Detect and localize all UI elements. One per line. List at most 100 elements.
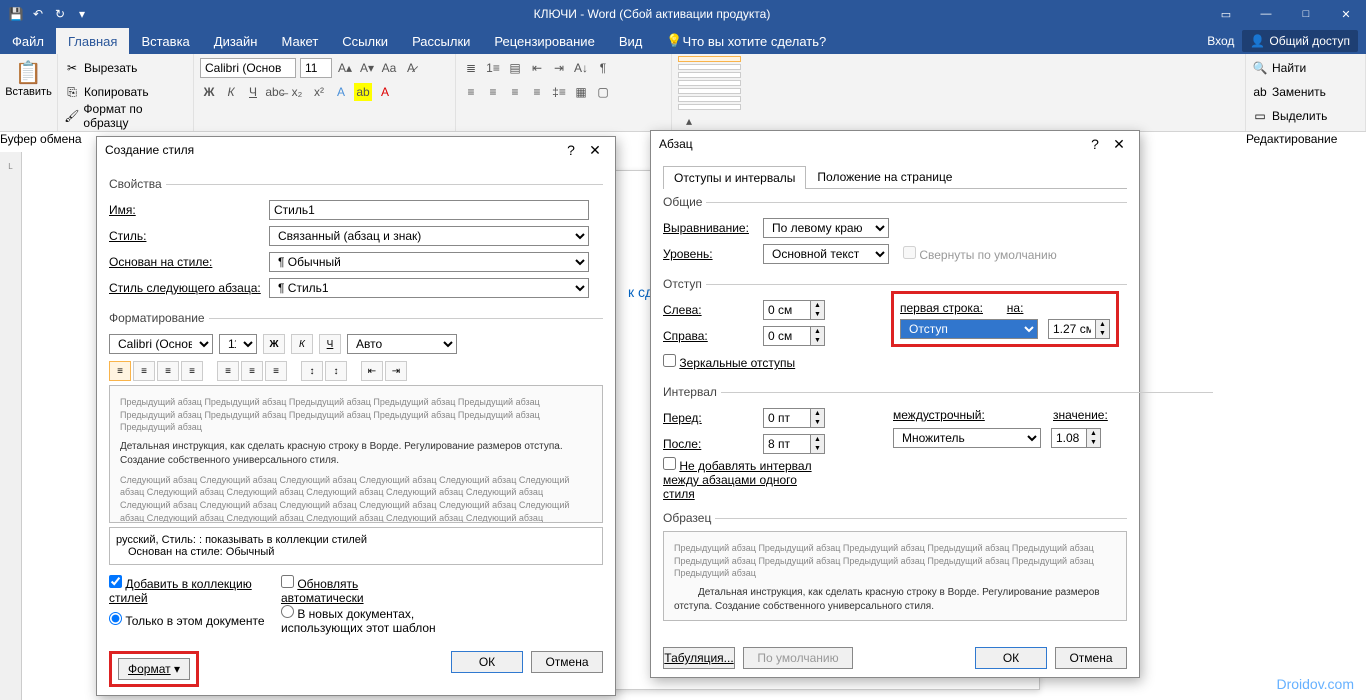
space-after-spin[interactable]: ▲▼	[763, 434, 825, 454]
share-button[interactable]: 👤 Общий доступ	[1242, 30, 1358, 52]
font-color-icon[interactable]: A	[376, 83, 394, 101]
align-right-button[interactable]: ≡	[157, 361, 179, 381]
superscript-icon[interactable]: x²	[310, 83, 328, 101]
style-heading1[interactable]: АаБбВіЗаголово...	[678, 72, 741, 78]
line-spacing-select[interactable]: Множитель	[893, 428, 1041, 448]
double-space-button[interactable]: ≡	[265, 361, 287, 381]
close-icon[interactable]: ✕	[1326, 0, 1366, 28]
italic-icon[interactable]: К	[222, 83, 240, 101]
tab-mailings[interactable]: Рассылки	[400, 28, 482, 54]
shrink-font-icon[interactable]: A▾	[358, 59, 376, 77]
styles-gallery[interactable]: АаБбВвГг,¶ Обычный АаБбВвГг,¶ Без инте..…	[672, 54, 1246, 131]
only-doc-radio[interactable]: Только в этом документе	[109, 612, 269, 628]
copy-button[interactable]: Копировать	[84, 85, 149, 99]
tab-review[interactable]: Рецензирование	[482, 28, 606, 54]
align-left-button[interactable]: ≡	[109, 361, 131, 381]
cancel-button[interactable]: Отмена	[1055, 647, 1127, 669]
close-icon[interactable]: ✕	[1107, 136, 1131, 153]
underline-button[interactable]: Ч	[319, 334, 341, 354]
qat-dropdown-icon[interactable]: ▾	[74, 6, 90, 22]
increase-before-button[interactable]: ↕	[301, 361, 323, 381]
ok-button[interactable]: ОК	[975, 647, 1047, 669]
style-name-input[interactable]	[269, 200, 589, 220]
minimize-icon[interactable]: —	[1246, 0, 1286, 28]
add-collection-checkbox[interactable]: Добавить в коллекцию стилей	[109, 575, 269, 605]
line-spacing-icon[interactable]: ‡≡	[550, 83, 568, 101]
increase-indent-icon[interactable]: ⇥	[550, 59, 568, 77]
select-icon[interactable]: ▭	[1252, 108, 1268, 124]
bold-button[interactable]: Ж	[263, 334, 285, 354]
sort-icon[interactable]: A↓	[572, 59, 590, 77]
cut-icon[interactable]: ✂	[64, 60, 80, 76]
signin-link[interactable]: Вход	[1207, 34, 1234, 48]
find-icon[interactable]: 🔍	[1252, 60, 1268, 76]
align-center-icon[interactable]: ≡	[484, 83, 502, 101]
style-heading2[interactable]: АаБбВвГЗаголово...	[678, 80, 741, 86]
clear-format-icon[interactable]: A̷	[402, 59, 420, 77]
change-case-icon[interactable]: Aa	[380, 59, 398, 77]
tab-insert[interactable]: Вставка	[129, 28, 201, 54]
alignment-select[interactable]: По левому краю	[763, 218, 889, 238]
maximize-icon[interactable]: □	[1286, 0, 1326, 28]
undo-icon[interactable]: ↶	[30, 6, 46, 22]
increase-indent-button[interactable]: ⇥	[385, 361, 407, 381]
single-space-button[interactable]: ≡	[217, 361, 239, 381]
decrease-before-button[interactable]: ↕	[325, 361, 347, 381]
firstline-by-spin[interactable]: ▲▼	[1048, 319, 1110, 339]
cut-button[interactable]: Вырезать	[84, 61, 137, 75]
cancel-button[interactable]: Отмена	[531, 651, 603, 673]
firstline-select[interactable]: Отступ	[900, 319, 1038, 339]
align-left-icon[interactable]: ≡	[462, 83, 480, 101]
tab-references[interactable]: Ссылки	[330, 28, 400, 54]
tab-file[interactable]: Файл	[0, 28, 56, 54]
show-marks-icon[interactable]: ¶	[594, 59, 612, 77]
copy-icon[interactable]: ⎘	[64, 84, 80, 100]
tab-indents[interactable]: Отступы и интервалы	[663, 166, 806, 189]
close-icon[interactable]: ✕	[583, 142, 607, 159]
indent-left-spin[interactable]: ▲▼	[763, 300, 825, 320]
no-space-checkbox[interactable]: Не добавлять интервал между абзацами одн…	[663, 457, 823, 501]
format-button[interactable]: Формат ▾	[118, 658, 190, 680]
ribbon-options-icon[interactable]: ▭	[1206, 0, 1246, 28]
format-painter-icon[interactable]: 🖌	[64, 108, 79, 124]
borders-icon[interactable]: ▢	[594, 83, 612, 101]
justify-icon[interactable]: ≡	[528, 83, 546, 101]
default-button[interactable]: По умолчанию	[743, 647, 853, 669]
font-select[interactable]: Calibri (Основной	[109, 334, 213, 354]
format-painter-button[interactable]: Формат по образцу	[83, 102, 187, 130]
font-size-box[interactable]: 11	[300, 58, 332, 78]
ok-button[interactable]: ОК	[451, 651, 523, 673]
onehalf-space-button[interactable]: ≡	[241, 361, 263, 381]
tab-view[interactable]: Вид	[607, 28, 655, 54]
decrease-indent-icon[interactable]: ⇤	[528, 59, 546, 77]
align-center-button[interactable]: ≡	[133, 361, 155, 381]
help-icon[interactable]: ?	[1083, 136, 1107, 152]
style-type-select[interactable]: Связанный (абзац и знак)	[269, 226, 589, 246]
style-normal[interactable]: АаБбВвГг,¶ Обычный	[678, 56, 741, 62]
tell-me[interactable]: 💡 Что вы хотите сделать?	[654, 28, 838, 54]
subscript-icon[interactable]: x₂	[288, 83, 306, 101]
bullets-icon[interactable]: ≣	[462, 59, 480, 77]
italic-button[interactable]: К	[291, 334, 313, 354]
help-icon[interactable]: ?	[559, 142, 583, 158]
replace-icon[interactable]: ab	[1252, 84, 1268, 100]
font-name-box[interactable]: Calibri (Основ	[200, 58, 296, 78]
tab-layout[interactable]: Макет	[269, 28, 330, 54]
shading-icon[interactable]: ▦	[572, 83, 590, 101]
tab-home[interactable]: Главная	[56, 28, 129, 54]
auto-update-checkbox[interactable]: Обновлять автоматически	[281, 575, 441, 605]
text-effects-icon[interactable]: A	[332, 83, 350, 101]
numbering-icon[interactable]: 1≡	[484, 59, 502, 77]
underline-icon[interactable]: Ч	[244, 83, 262, 101]
bold-icon[interactable]: Ж	[200, 83, 218, 101]
replace-button[interactable]: Заменить	[1272, 85, 1326, 99]
tab-design[interactable]: Дизайн	[202, 28, 270, 54]
highlight-icon[interactable]: ab	[354, 83, 372, 101]
next-style-select[interactable]: ¶ Стиль1	[269, 278, 589, 298]
new-docs-radio[interactable]: В новых документах, использующих этот ша…	[281, 605, 441, 635]
styles-up-icon[interactable]: ▴	[680, 112, 698, 130]
font-size-select[interactable]: 11	[219, 334, 257, 354]
paste-icon[interactable]: 📋	[15, 60, 42, 86]
indent-right-spin[interactable]: ▲▼	[763, 326, 825, 346]
style-subtitle[interactable]: АаБбВвГПодзагол...	[678, 96, 741, 102]
